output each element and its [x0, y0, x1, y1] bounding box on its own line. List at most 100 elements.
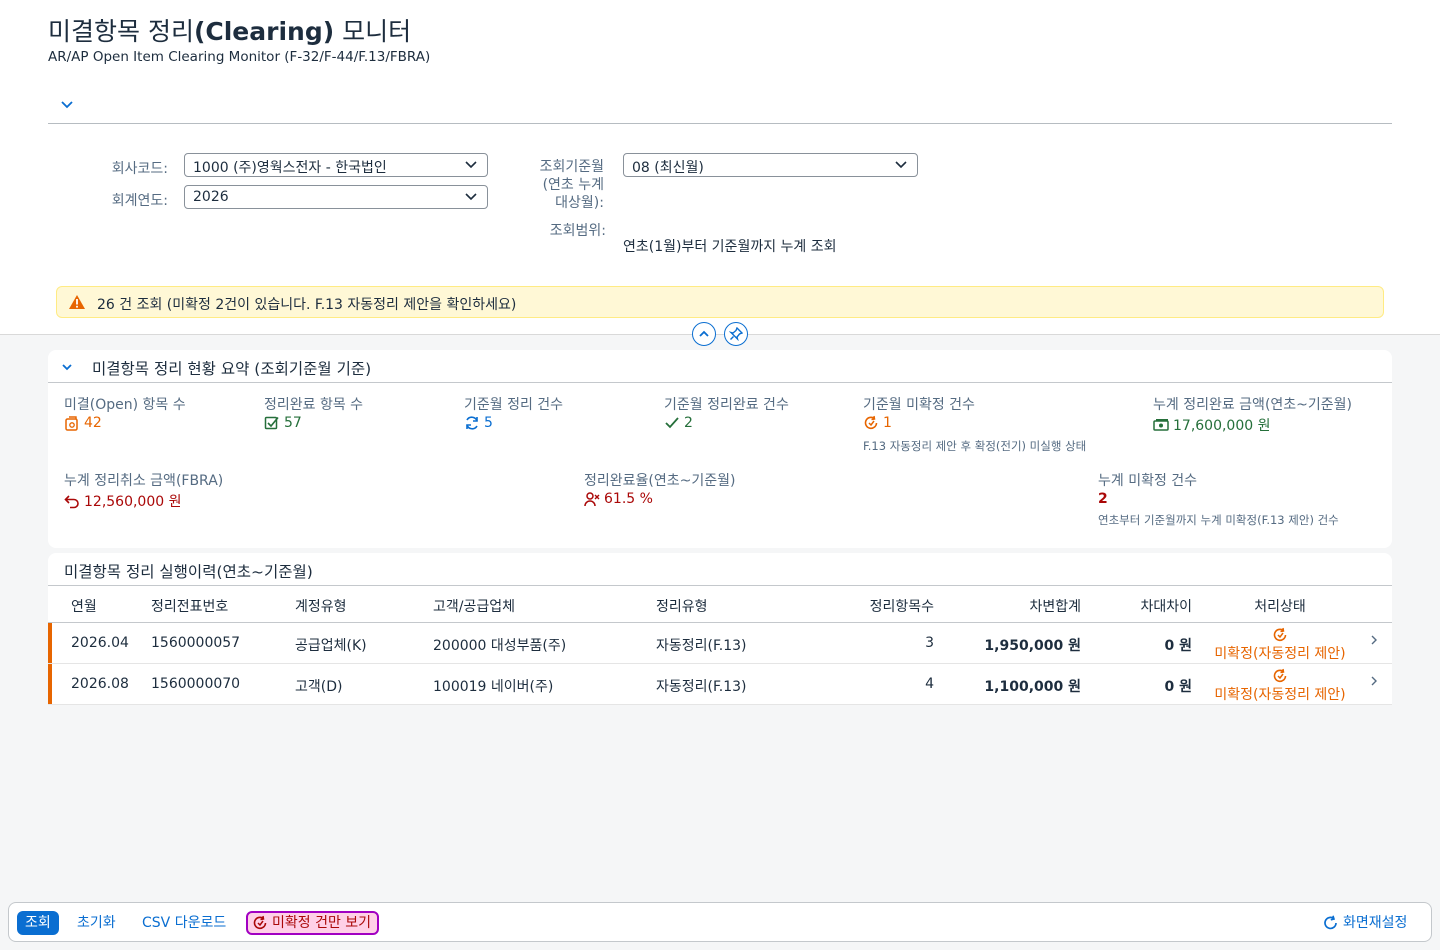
warning-message-text: 26 건 조회 (미확정 2건이 있습니다. F.13 자동정리 제안을 확인하…	[97, 297, 517, 313]
col-difference[interactable]: 차대차이	[1088, 596, 1192, 616]
fiscal-year-label: 회계연도:	[111, 193, 168, 209]
col-status[interactable]: 처리상태	[1205, 596, 1355, 616]
cell-period: 2026.04	[71, 635, 129, 651]
chevron-up-icon	[699, 330, 709, 337]
table-row[interactable]: 2026.04 1560000057 공급업체(K) 200000 대성부품(주…	[48, 623, 1392, 664]
pin-icon	[729, 327, 743, 341]
cell-account-type: 공급업체(K)	[295, 638, 367, 654]
history-title: 미결항목 정리 실행이력(연초~기준월)	[64, 563, 313, 581]
table-header: 연월 정리전표번호 계정유형 고객/공급업체 정리유형 정리항목수 차변합계 차…	[48, 586, 1392, 623]
warning-icon	[69, 295, 85, 309]
chevron-down-icon	[465, 193, 477, 201]
summary-title: 미결항목 정리 현황 요약 (조회기준월 기준)	[92, 360, 372, 378]
row-navigation-chevron-icon[interactable]	[1370, 675, 1378, 691]
pending-icon	[1273, 627, 1287, 642]
page-title: 미결항목 정리(Clearing) 모니터	[48, 17, 412, 46]
checkbox-icon	[264, 416, 279, 430]
kpi-month-clearing-label: 기준월 정리 건수	[464, 397, 564, 413]
search-button[interactable]: 조회	[17, 911, 59, 935]
footer-toolbar: 조회 초기화 CSV 다운로드 미확정 건만 보기 화면재설정	[8, 902, 1432, 942]
chevron-down-icon	[62, 364, 72, 371]
collapse-header-button[interactable]	[692, 322, 716, 346]
cell-status: 미확정(자동정리 제안)	[1205, 627, 1355, 663]
summary-card-header[interactable]: 미결항목 정리 현황 요약 (조회기준월 기준)	[48, 350, 1392, 383]
pending-only-button[interactable]: 미확정 건만 보기	[246, 911, 380, 935]
refresh-icon	[466, 416, 478, 430]
page-header: 미결항목 정리(Clearing) 모니터 AR/AP Open Item Cl…	[0, 0, 1440, 335]
company-code-select[interactable]: 1000 (주)영웍스전자 - 한국법인	[184, 153, 488, 177]
cell-partner: 200000 대성부품(주)	[433, 638, 567, 654]
rate-icon	[584, 492, 600, 507]
kpi-open-items-label: 미결(Open) 항목 수	[64, 397, 186, 413]
fiscal-year-select[interactable]: 2026	[184, 185, 488, 209]
pending-icon	[1273, 668, 1287, 683]
cell-partner: 100019 네이버(주)	[433, 679, 554, 695]
warning-message-strip: 26 건 조회 (미확정 2건이 있습니다. F.13 자동정리 제안을 확인하…	[56, 286, 1384, 318]
kpi-month-pending: 1	[863, 415, 892, 431]
col-debit-total[interactable]: 차변합계	[948, 596, 1081, 616]
col-clearing-type[interactable]: 정리유형	[656, 596, 708, 616]
row-highlight-marker	[48, 664, 52, 704]
layout-reset-button[interactable]: 화면재설정	[1323, 911, 1407, 935]
cell-debit-total: 1,100,000 원	[984, 679, 1081, 695]
kpi-month-cleared: 2	[664, 415, 693, 431]
row-highlight-marker	[48, 623, 52, 663]
pending-icon	[253, 915, 267, 930]
chevron-down-icon	[895, 161, 907, 169]
kpi-reversal-amount-label: 누계 정리취소 금액(FBRA)	[64, 473, 224, 489]
cell-doc-number: 1560000057	[151, 635, 241, 651]
kpi-clearing-rate: 61.5 %	[584, 491, 653, 507]
status-text: 미확정(자동정리 제안)	[1214, 646, 1346, 662]
reset-button[interactable]: 초기화	[77, 911, 116, 935]
company-code-label: 회사코드:	[111, 161, 168, 177]
cell-difference: 0 원	[1164, 679, 1193, 695]
cell-difference: 0 원	[1164, 638, 1193, 654]
summary-card: 미결항목 정리 현황 요약 (조회기준월 기준) 미결(Open) 항목 수 4…	[48, 350, 1392, 548]
cell-item-count: 4	[925, 676, 934, 692]
kpi-cleared-items-label: 정리완료 항목 수	[264, 397, 364, 413]
csv-download-button[interactable]: CSV 다운로드	[142, 911, 226, 935]
kpi-reversal-amount: 12,560,000 원	[64, 491, 182, 511]
period-label: 조회기준월 (연초 누계 대상월):	[539, 159, 604, 211]
col-doc-number[interactable]: 정리전표번호	[151, 596, 228, 616]
cell-account-type: 고객(D)	[295, 679, 343, 695]
col-account-type[interactable]: 계정유형	[295, 596, 347, 616]
money-icon	[1153, 419, 1169, 431]
cell-clearing-type: 자동정리(F.13)	[656, 679, 747, 695]
header-collapse-chevron-icon[interactable]	[60, 98, 76, 114]
header-divider	[48, 123, 1392, 124]
col-partner[interactable]: 고객/공급업체	[433, 596, 515, 616]
page-subtitle: AR/AP Open Item Clearing Monitor (F-32/F…	[48, 49, 431, 65]
cell-doc-number: 1560000070	[151, 676, 241, 692]
kpi-cumulative-amount: 17,600,000 원	[1153, 415, 1271, 435]
period-select[interactable]: 08 (최신월)	[623, 153, 918, 177]
cell-period: 2026.08	[71, 676, 129, 692]
kpi-cumulative-pending: 2	[1098, 491, 1108, 507]
cell-debit-total: 1,950,000 원	[984, 638, 1081, 654]
kpi-cleared-items: 57	[264, 415, 302, 431]
kpi-cumulative-pending-label: 누계 미확정 건수	[1098, 473, 1198, 489]
col-item-count[interactable]: 정리항목수	[838, 596, 934, 616]
open-items-icon	[65, 416, 78, 431]
kpi-open-items: 42	[64, 415, 102, 431]
cell-item-count: 3	[925, 635, 934, 651]
chevron-down-icon	[465, 161, 477, 169]
check-icon	[665, 417, 679, 429]
kpi-month-pending-note: F.13 자동정리 제안 후 확정(전기) 미실행 상태	[863, 439, 1087, 453]
range-label: 조회범위:	[549, 223, 606, 239]
kpi-month-clearing: 5	[464, 415, 493, 431]
col-period[interactable]: 연월	[71, 596, 97, 616]
pending-icon	[864, 415, 878, 430]
kpi-month-pending-label: 기준월 미확정 건수	[863, 397, 975, 413]
status-text: 미확정(자동정리 제안)	[1214, 687, 1346, 703]
pin-header-button[interactable]	[724, 322, 748, 346]
range-value: 연초(1월)부터 기준월까지 누계 조회	[623, 239, 837, 255]
row-navigation-chevron-icon[interactable]	[1370, 634, 1378, 650]
history-card: 미결항목 정리 실행이력(연초~기준월) 연월 정리전표번호 계정유형 고객/공…	[48, 553, 1392, 705]
cell-clearing-type: 자동정리(F.13)	[656, 638, 747, 654]
kpi-clearing-rate-label: 정리완료율(연초~기준월)	[584, 473, 736, 489]
undo-icon	[64, 495, 79, 509]
refresh-icon	[1324, 915, 1337, 930]
kpi-cumulative-amount-label: 누계 정리완료 금액(연초~기준월)	[1153, 397, 1352, 413]
table-row[interactable]: 2026.08 1560000070 고객(D) 100019 네이버(주) 자…	[48, 664, 1392, 705]
